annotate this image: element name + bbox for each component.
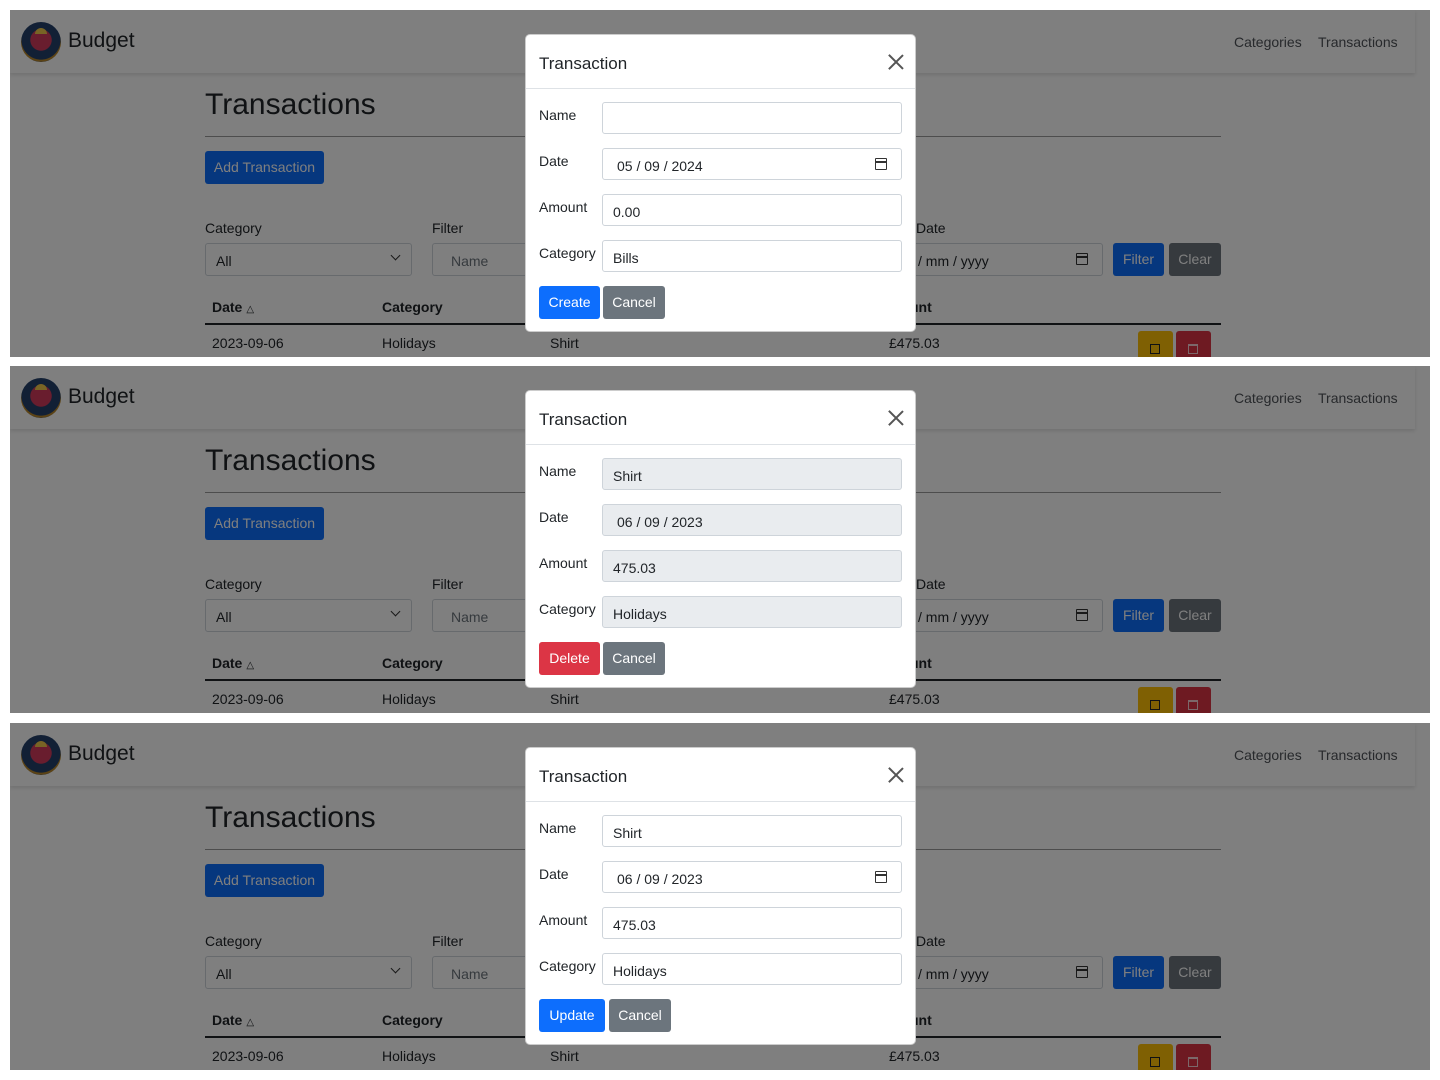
amount-label: Amount (539, 199, 588, 215)
category-label: Category (539, 245, 596, 261)
modal-title: Transaction (539, 767, 628, 786)
calendar-icon[interactable] (875, 158, 887, 170)
date-field: 06 / 09 / 2023 (602, 504, 902, 536)
name-field[interactable]: Shirt (602, 815, 902, 847)
date-field-value: 06 / 09 / 2023 (617, 871, 703, 887)
screenshot-update-transaction: Budget Categories Transactions Transacti… (10, 723, 1430, 1070)
category-label: Category (539, 958, 596, 974)
date-label: Date (539, 866, 569, 882)
close-icon[interactable] (887, 409, 905, 427)
name-field[interactable] (602, 102, 902, 134)
cancel-button[interactable]: Cancel (609, 999, 671, 1032)
amount-label: Amount (539, 912, 588, 928)
date-label: Date (539, 509, 569, 525)
category-field[interactable]: Holidays (602, 953, 902, 985)
close-icon[interactable] (887, 53, 905, 71)
calendar-icon[interactable] (875, 871, 887, 883)
cancel-button[interactable]: Cancel (603, 642, 665, 675)
category-label: Category (539, 601, 596, 617)
transaction-modal-create: Transaction Name Date 05 / 09 / 2024 Amo… (525, 34, 916, 332)
name-field: Shirt (602, 458, 902, 490)
cancel-button[interactable]: Cancel (603, 286, 665, 319)
modal-header-divider (526, 801, 915, 802)
create-button[interactable]: Create (539, 286, 600, 319)
category-field[interactable]: Bills (602, 240, 902, 272)
date-label: Date (539, 153, 569, 169)
delete-button[interactable]: Delete (539, 642, 600, 675)
close-icon[interactable] (887, 766, 905, 784)
screenshot-create-transaction: Budget Categories Transactions Transacti… (10, 10, 1430, 357)
amount-field[interactable]: 475.03 (602, 907, 902, 939)
update-button[interactable]: Update (539, 999, 605, 1032)
amount-field: 475.03 (602, 550, 902, 582)
name-label: Name (539, 463, 577, 479)
modal-header-divider (526, 444, 915, 445)
transaction-modal-update: Transaction Name Shirt Date 06 / 09 / 20… (525, 747, 916, 1045)
name-label: Name (539, 107, 577, 123)
screenshot-delete-transaction: Budget Categories Transactions Transacti… (10, 366, 1430, 713)
amount-field[interactable]: 0.00 (602, 194, 902, 226)
modal-title: Transaction (539, 54, 628, 73)
name-label: Name (539, 820, 577, 836)
category-field: Holidays (602, 596, 902, 628)
date-field[interactable]: 06 / 09 / 2023 (602, 861, 902, 893)
modal-title: Transaction (539, 410, 628, 429)
transaction-modal-delete: Transaction Name Shirt Date 06 / 09 / 20… (525, 390, 916, 688)
amount-label: Amount (539, 555, 588, 571)
date-field[interactable]: 05 / 09 / 2024 (602, 148, 902, 180)
modal-header-divider (526, 88, 915, 89)
date-field-value: 05 / 09 / 2024 (617, 158, 703, 174)
